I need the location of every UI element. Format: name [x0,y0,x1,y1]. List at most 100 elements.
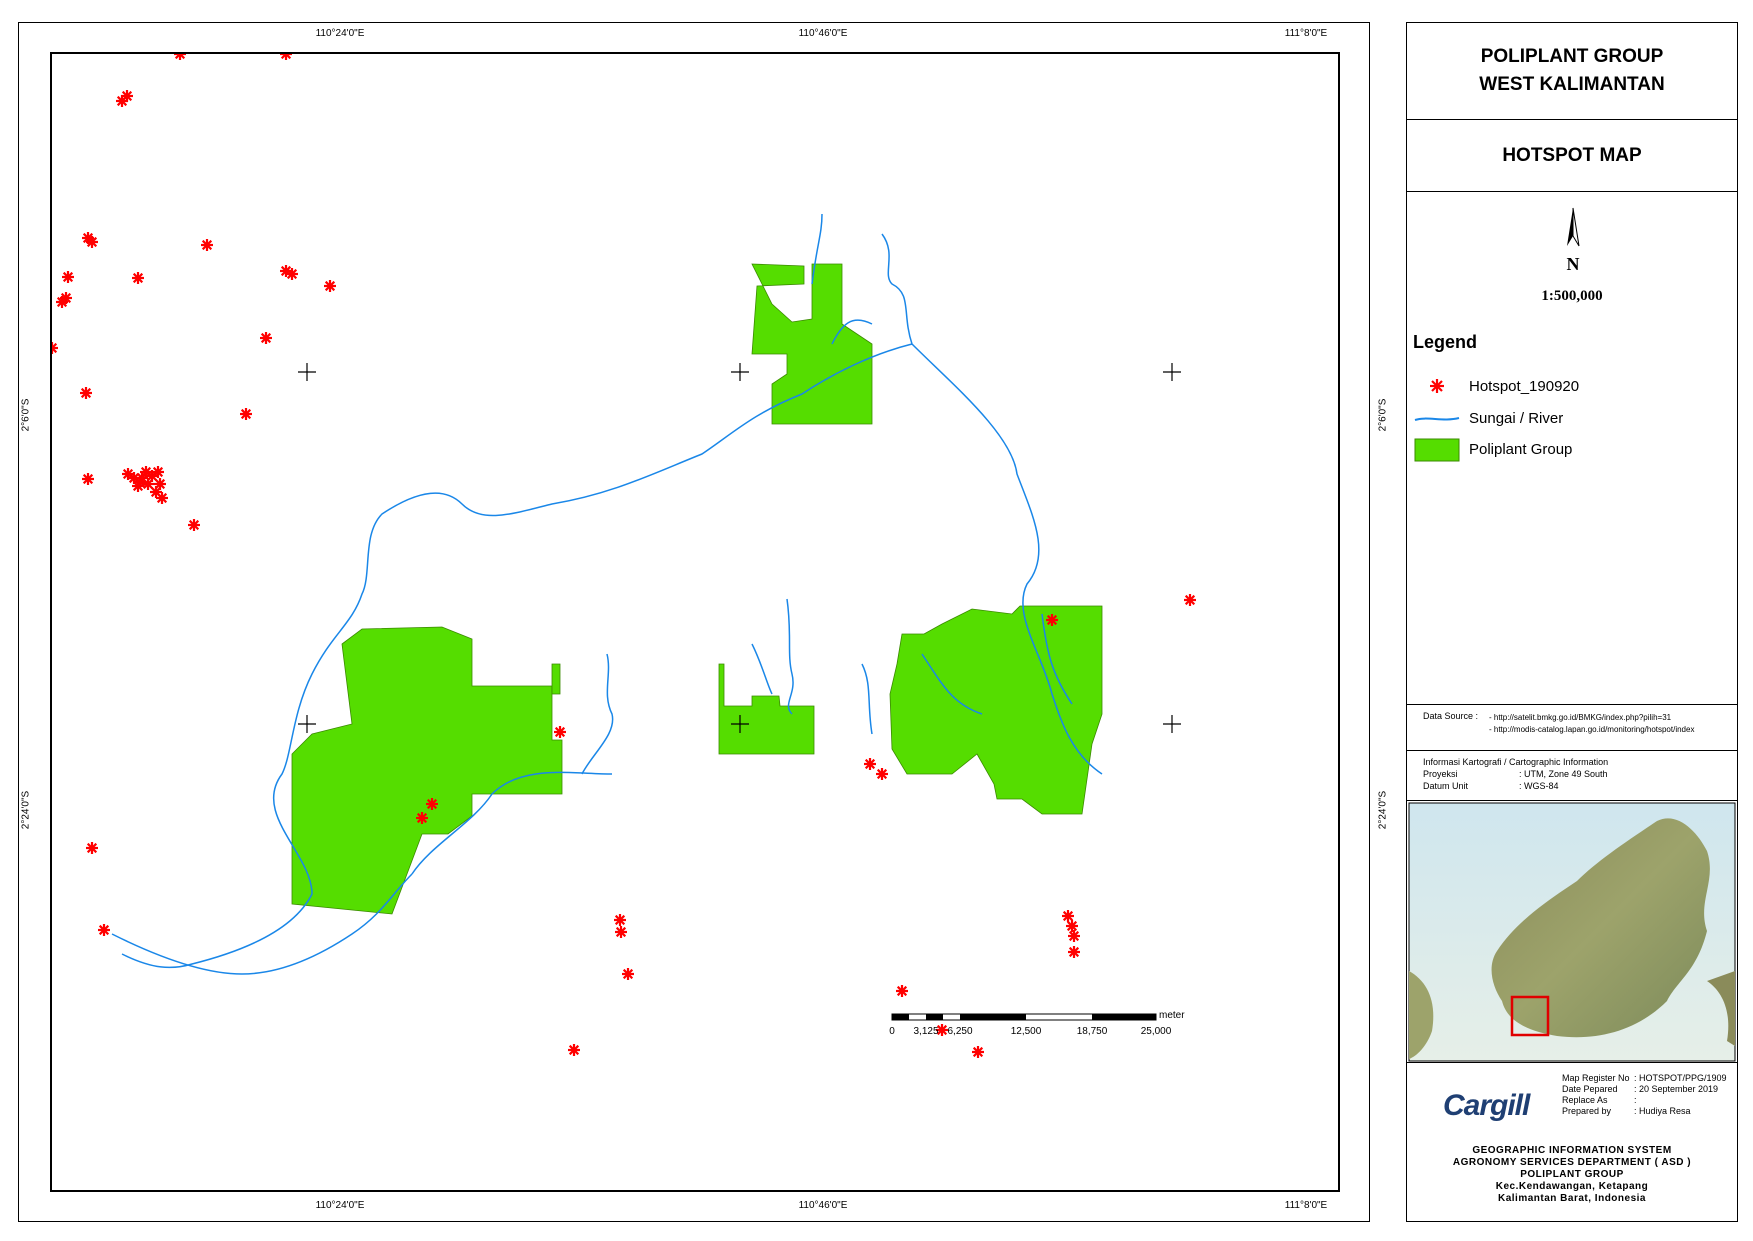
hotspot-marker[interactable] [324,280,336,292]
hotspot-marker[interactable] [82,473,94,485]
register-value-3: : Hudiya Resa [1634,1106,1691,1116]
north-arrow-icon: N [1567,207,1580,274]
carto-projection-key: Proyeksi [1423,769,1458,779]
publisher-section: Cargill Map Register No : HOTSPOT/PPG/190… [1407,1063,1737,1221]
river-center-trib[interactable] [786,598,794,715]
dept-line-1: AGRONOMY SERVICES DEPARTMENT ( ASD ) [1452,1157,1692,1168]
hotspot-marker[interactable] [426,798,438,810]
hotspot-marker[interactable] [1066,920,1078,932]
coord-top-1: 110°24'0"E [315,28,365,39]
hotspot-marker[interactable] [1068,946,1080,958]
hotspot-marker[interactable] [132,480,144,492]
hotspot-marker[interactable] [201,239,213,251]
data-source-link-2[interactable]: - http://modis-catalog.lapan.go.id/monit… [1489,725,1694,734]
graticule-cross [298,715,316,733]
plantation-block-west[interactable] [291,626,563,915]
graticule-cross [1163,363,1181,381]
map-svg: meter 0 3,125 6,250 12,500 18,750 25,000 [52,54,1196,1058]
hotspot-marker[interactable] [622,968,634,980]
hotspot-marker[interactable] [864,758,876,770]
hotspot-marker[interactable] [280,54,292,60]
inset-map[interactable] [1407,801,1737,1063]
coord-top-3: 111°8'0"E [1284,28,1328,39]
hotspot-marker[interactable] [152,466,164,478]
legend-section: N 1:500,000 Legend Hotspot_190920 Sungai… [1407,192,1737,705]
cargill-logo: Cargill [1443,1089,1530,1122]
hotspot-marker[interactable] [614,914,626,926]
hotspot-marker[interactable] [174,54,186,60]
data-source-label: Data Source : [1423,711,1479,721]
plantation-block-east[interactable] [889,605,1103,815]
hotspot-marker[interactable] [240,408,252,420]
hotspot-marker[interactable] [615,926,627,938]
map-title: HOTSPOT MAP [1502,145,1642,166]
register-key-3: Prepared by [1562,1106,1612,1116]
hotspot-marker[interactable] [188,519,200,531]
carto-datum: Datum Unit : WGS-84 [1423,781,1559,791]
coord-left-1: 2°6'0"S [20,398,32,432]
plantation-areas [291,263,1103,915]
hotspot-marker[interactable] [1184,594,1196,606]
plantation-block-center[interactable] [718,663,815,755]
hotspot-marker[interactable] [80,387,92,399]
hotspot-marker[interactable] [568,1044,580,1056]
river-mid-trib[interactable] [581,653,614,775]
river-east-trib-1[interactable] [861,663,873,735]
plantation-block-north[interactable] [751,263,873,425]
hotspot-marker[interactable] [86,236,98,248]
scale-tick-5: 25,000 [1141,1026,1172,1037]
region-title: WEST KALIMANTAN [1479,74,1665,95]
hotspot-marker[interactable] [876,768,888,780]
scale-tick-4: 18,750 [1077,1026,1108,1037]
hotspot-marker[interactable] [86,842,98,854]
register-value-1: : 20 September 2019 [1634,1084,1719,1094]
hotspot-marker[interactable] [1046,614,1058,626]
hotspot-marker[interactable] [260,332,272,344]
coord-bottom-3: 111°8'0"E [1284,1200,1328,1211]
hotspot-marker[interactable] [416,812,428,824]
legend-title: Legend [1413,332,1478,352]
scale-unit: meter [1159,1010,1185,1021]
data-source-link-1[interactable]: - http://satelit.bmkg.go.id/BMKG/index.p… [1489,713,1671,722]
hotspot-marker[interactable] [554,726,566,738]
register-value-0: : HOTSPOT/PPG/1909 [1634,1073,1727,1083]
carto-datum-key: Datum Unit [1423,781,1469,791]
river-center-trib-2[interactable] [751,643,773,695]
map-canvas[interactable]: meter 0 3,125 6,250 12,500 18,750 25,000 [50,52,1340,1192]
cartographic-info-section: Informasi Kartografi / Cartographic Info… [1407,751,1737,801]
scale-tick-3: 12,500 [1011,1026,1042,1037]
dept-line-4: Kalimantan Barat, Indonesia [1498,1193,1646,1204]
carto-projection-value: : UTM, Zone 49 South [1519,769,1608,779]
hotspot-marker[interactable] [52,342,58,354]
hotspot-marker[interactable] [156,492,168,504]
legend-label-plantation: Poliplant Group [1469,441,1573,458]
carto-datum-value: : WGS-84 [1519,781,1559,791]
dept-line-0: GEOGRAPHIC INFORMATION SYSTEM [1472,1145,1672,1156]
river-north-trib-2[interactable] [881,233,913,345]
register-key-1: Date Pepared [1562,1084,1618,1094]
dept-line-3: Kec.Kendawangan, Ketapang [1495,1181,1649,1192]
green-fill-icon [1414,438,1460,462]
hotspot-marker[interactable] [60,292,72,304]
scale-tick-0: 0 [889,1026,895,1037]
scale-tick-1: 3,125 [913,1026,938,1037]
plantation-block-west-strip[interactable] [551,663,561,695]
hotspot-marker[interactable] [98,924,110,936]
coord-right-2: 2°24'0"S [1377,790,1389,830]
department-info: GEOGRAPHIC INFORMATION SYSTEM AGRONOMY S… [1407,1145,1737,1205]
hotspot-marker[interactable] [896,985,908,997]
hotspot-marker[interactable] [121,90,133,102]
hotspot-marker[interactable] [132,272,144,284]
map-register: Map Register No : HOTSPOT/PPG/1909 Date P… [1562,1073,1727,1117]
hotspot-marker[interactable] [1068,930,1080,942]
river-network [111,213,1103,975]
hotspot-marker[interactable] [62,271,74,283]
river-main-west[interactable] [121,343,913,969]
hotspot-marker[interactable] [972,1046,984,1058]
register-key-0: Map Register No [1562,1073,1630,1083]
graticule-cross [1163,715,1181,733]
inset-map-section [1407,801,1737,1063]
hotspot-marker[interactable] [286,268,298,280]
hotspot-markers [52,54,1196,1058]
legend-label-river: Sungai / River [1469,410,1564,427]
